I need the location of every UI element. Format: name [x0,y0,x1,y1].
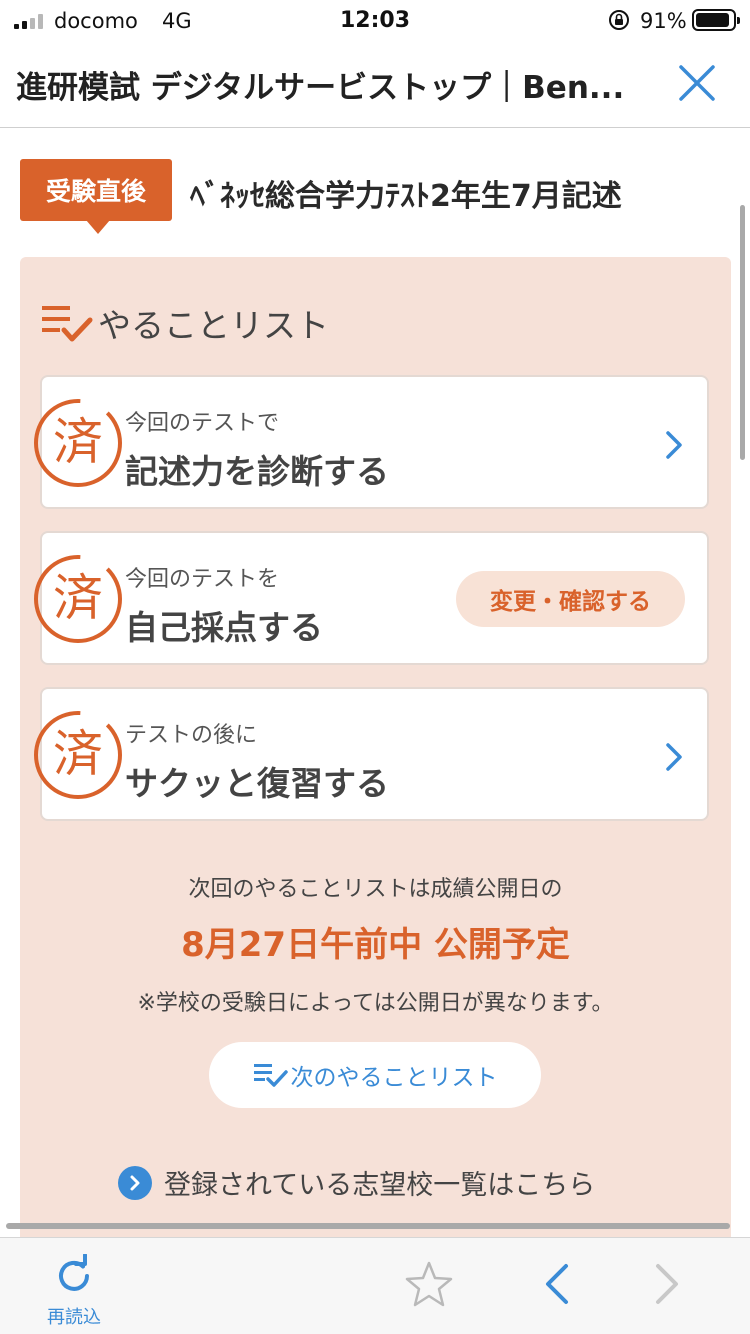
done-stamp-icon: 済 [34,399,122,487]
clock: 12:03 [339,8,411,33]
stamp-label: 済 [53,413,103,471]
forward-icon[interactable] [650,1262,684,1306]
school-list-link[interactable]: 登録されている志望校一覧はこちら [118,1163,595,1202]
battery-icon [692,9,740,31]
reload-icon [59,1253,89,1291]
orientation-lock-icon [609,10,629,30]
battery-percent: 91% [640,9,687,33]
chevron-right-icon [666,743,682,771]
star-icon[interactable] [404,1260,454,1310]
done-stamp-icon: 済 [34,555,122,643]
todo-item-diagnose[interactable]: 済 今回のテストで 記述力を診断する [34,375,709,509]
next-list-date: 8月27日午前中 公開予定 [181,925,570,965]
chevron-circle-icon [118,1165,152,1200]
close-icon[interactable] [676,62,718,104]
status-bar: docomo 4G 12:03 91% [0,0,750,42]
next-list-lead: 次回のやることリストは成績公開日の [188,877,563,902]
school-list-label: 登録されている志望校一覧はこちら [164,1170,596,1201]
reload-label: 再読込 [47,1307,101,1328]
todo-item-main: 記述力を診断する [125,452,389,491]
todo-panel: やることリスト 済 今回のテストで 記述力を診断する 済 今回のテストを 自己採… [20,257,731,1247]
todo-item-main: 自己採点する [125,608,323,647]
back-icon[interactable] [540,1262,574,1306]
next-list-note: ※学校の受験日によっては公開日が異なります。 [137,991,614,1016]
todo-title: やることリスト [98,306,329,345]
todo-item-self-grade: 済 今回のテストを 自己採点する 変更・確認する [34,531,709,665]
browser-header: 進研模試 デジタルサービストップ｜Ben... [0,42,750,128]
done-stamp-icon: 済 [34,711,122,799]
stamp-label: 済 [53,569,103,627]
status-badge: 受験直後 [20,159,172,234]
exam-title: ﾍﾞﾈｯｾ総合学力ﾃｽﾄ2年生7月記述 [190,179,622,214]
todo-item-sub: 今回のテストを [125,567,280,592]
vertical-scrollbar[interactable] [740,205,745,460]
checklist-icon [253,1064,288,1087]
horizontal-scrollbar[interactable] [6,1223,730,1229]
chevron-right-icon [666,431,682,459]
stamp-label: 済 [53,725,103,783]
checklist-icon [42,306,93,342]
next-todo-list-button[interactable]: 次のやることリスト [209,1042,541,1108]
todo-item-review[interactable]: 済 テストの後に サクッと復習する [34,687,709,821]
browser-toolbar: 再読込 [0,1237,750,1334]
todo-item-main: サクッと復習する [125,764,389,803]
change-confirm-button[interactable]: 変更・確認する [456,571,685,627]
todo-item-sub: テストの後に [125,723,258,748]
reload-button[interactable]: 再読込 [38,1253,110,1329]
todo-header: やることリスト [40,299,329,347]
next-todo-list-label: 次のやることリスト [290,1065,498,1091]
page-title: 進研模試 デジタルサービストップ｜Ben... [16,70,625,106]
todo-item-sub: 今回のテストで [125,411,280,436]
